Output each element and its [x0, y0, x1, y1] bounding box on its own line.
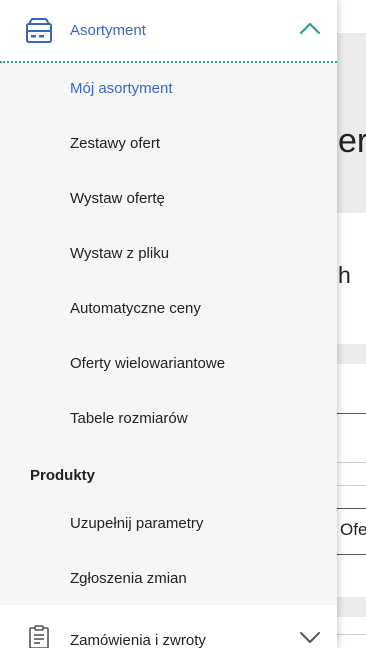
- background-band: [336, 597, 366, 617]
- submenu-item-automatic-prices[interactable]: Automatyczne ceny: [70, 300, 201, 317]
- navigation-drawer: Asortyment Mój asortyment Zestawy ofert …: [0, 0, 337, 648]
- clipboard-icon: [29, 625, 49, 648]
- background-divider: [336, 485, 366, 486]
- background-page-title: er: [338, 122, 366, 160]
- background-divider: [336, 634, 366, 635]
- submenu-item-multi-variant-offers[interactable]: Oferty wielowariantowe: [70, 355, 225, 372]
- submenu-group-products: Produkty: [30, 467, 96, 484]
- assortment-submenu: Mój asortyment Zestawy ofert Wystaw ofer…: [0, 63, 337, 605]
- submenu-item-list-from-file[interactable]: Wystaw z pliku: [70, 245, 169, 262]
- background-table-cell: Ofe: [340, 520, 366, 539]
- chevron-up-icon[interactable]: [299, 21, 321, 35]
- menu-section-label: Asortyment: [70, 22, 146, 39]
- background-divider: [336, 413, 366, 414]
- background-divider: [336, 508, 366, 509]
- background-divider: [336, 462, 366, 463]
- chevron-down-icon[interactable]: [299, 630, 321, 644]
- submenu-item-fill-parameters[interactable]: Uzupełnij parametry: [70, 515, 203, 532]
- menu-section-assortment[interactable]: Asortyment: [0, 0, 337, 62]
- submenu-item-create-offer[interactable]: Wystaw ofertę: [70, 190, 165, 207]
- box-icon: [26, 18, 52, 43]
- background-page-subtitle: h: [338, 262, 351, 288]
- submenu-item-offer-sets[interactable]: Zestawy ofert: [70, 135, 160, 152]
- menu-section-label: Zamówienia i zwroty: [70, 632, 206, 648]
- background-band: [336, 344, 366, 364]
- submenu-item-size-tables[interactable]: Tabele rozmiarów: [70, 410, 188, 427]
- background-divider: [336, 554, 366, 555]
- submenu-item-change-requests[interactable]: Zgłoszenia zmian: [70, 570, 187, 587]
- menu-section-orders[interactable]: Zamówienia i zwroty: [0, 605, 337, 648]
- submenu-item-my-assortment[interactable]: Mój asortyment: [70, 80, 173, 97]
